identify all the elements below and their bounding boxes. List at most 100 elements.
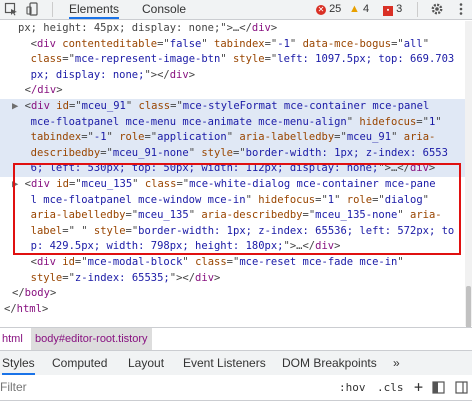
dom-token: style: [201, 146, 233, 159]
dom-token: </: [4, 302, 17, 315]
dom-token: ": [220, 53, 233, 66]
class-toggle[interactable]: .cls: [377, 375, 404, 400]
dom-token: px; display: none;: [18, 68, 145, 81]
settings-gear-icon[interactable]: [430, 2, 444, 16]
dom-token: class: [138, 100, 171, 112]
dom-token: =": [74, 256, 88, 268]
dom-token: >: [56, 84, 63, 97]
warnings-badge[interactable]: ▲ 4: [347, 2, 371, 16]
dom-token: ": [435, 115, 442, 128]
dom-token: mceu_91: [346, 131, 392, 144]
tab-computed[interactable]: Computed: [52, 351, 107, 375]
dom-token: data-mce-bogus: [302, 37, 392, 50]
dom-token: mceu_91: [81, 100, 126, 112]
dom-line[interactable]: px; height: 45px; display: none;">…</div…: [0, 21, 465, 37]
dom-token: =": [62, 53, 75, 66]
devtools-toolbar: Elements Console ✕ 25 ▲ 4 ▪ 3: [0, 0, 472, 20]
dom-line[interactable]: ▶ <div id="mceu_91" class="mce-styleForm…: [0, 99, 465, 115]
styles-tabbar: Styles Computed Layout Event Listeners D…: [0, 350, 472, 376]
dom-line[interactable]: mce-floatpanel mce-menu mce-animate mce-…: [0, 114, 465, 131]
dom-token: =": [81, 131, 94, 144]
dom-token: div: [251, 22, 271, 34]
dom-line[interactable]: style="z-index: 65535;"></div>: [0, 271, 465, 287]
dom-token: px; height: 45px; display: none;">…</: [18, 22, 252, 34]
dom-token: "></: [144, 68, 170, 81]
dom-token: aria-: [403, 131, 436, 144]
breadcrumb-html[interactable]: html: [2, 328, 23, 350]
computed-sidebar-icon[interactable]: [455, 381, 468, 394]
dom-line[interactable]: px; display: none;"></div>: [0, 68, 465, 84]
dom-token: <: [12, 84, 31, 97]
dom-token: =": [68, 100, 82, 112]
dom-line[interactable]: </div>: [0, 83, 465, 99]
warning-icon: ▲: [349, 3, 360, 15]
device-toolbar-icon[interactable]: [26, 2, 40, 16]
dom-token: style: [232, 53, 265, 66]
expand-triangle-icon[interactable]: ▶: [12, 100, 25, 112]
tab-elements[interactable]: Elements: [69, 0, 120, 19]
issues-icon: ▪: [383, 6, 393, 16]
dom-token: border-width: 1px; z-index: 6553: [245, 146, 448, 159]
dom-token: id: [62, 256, 75, 268]
dom-line[interactable]: tabindex="-1" role="application" aria-la…: [0, 130, 465, 146]
dom-token: style: [18, 271, 63, 284]
dom-token: describedby: [18, 146, 101, 159]
tab-console[interactable]: Console: [142, 0, 186, 19]
issues-badge[interactable]: ▪ 3: [381, 2, 404, 16]
dom-token: /div: [30, 84, 57, 97]
dom-token: div: [36, 256, 63, 268]
dom-token: z-index: 65535;: [74, 271, 170, 284]
dom-scrollbar[interactable]: [465, 21, 472, 334]
dom-token: div: [195, 271, 215, 284]
dom-line[interactable]: describedby="mceu_91-none" style="border…: [0, 145, 465, 162]
tab-dom-breakpoints[interactable]: DOM Breakpoints: [282, 351, 377, 375]
dom-token: all: [403, 37, 423, 50]
dom-line[interactable]: <div contenteditable="false" tabindex="-…: [0, 37, 465, 53]
dom-token: hidefocus: [359, 115, 417, 128]
tab-layout[interactable]: Layout: [128, 351, 164, 375]
dom-line[interactable]: class="mce-represent-image-btn" style="l…: [0, 52, 465, 68]
dom-token: role: [119, 131, 145, 144]
dom-token: <: [18, 37, 37, 50]
dom-token: =": [416, 115, 429, 128]
more-options-icon[interactable]: [454, 2, 468, 16]
dom-token: "></: [169, 271, 196, 284]
inspect-element-icon[interactable]: [4, 2, 18, 16]
dom-token: =": [62, 271, 75, 284]
tab-event-listeners[interactable]: Event Listeners: [183, 351, 266, 375]
dom-token: mce-styleFormat mce-container mce-panel: [182, 100, 430, 112]
dom-line[interactable]: <div id="mce-modal-block" class="mce-res…: [0, 255, 465, 271]
dom-token: mce-represent-image-btn: [74, 53, 221, 66]
hover-state-toggle[interactable]: :hov: [339, 375, 366, 400]
dom-token: tabindex: [214, 37, 265, 50]
dom-line[interactable]: </html>: [0, 302, 465, 318]
dom-token: =": [334, 131, 347, 144]
tab-styles[interactable]: Styles: [2, 351, 35, 375]
issues-count: 3: [396, 3, 403, 15]
styles-filter-input[interactable]: [0, 378, 330, 396]
dom-token: tabindex: [18, 131, 82, 144]
dom-token: =": [100, 146, 113, 159]
breadcrumb-body[interactable]: body#editor-root.tistory: [31, 328, 152, 350]
dom-line[interactable]: </body>: [0, 286, 465, 302]
dom-token: ": [397, 256, 404, 268]
dom-token: class: [18, 53, 63, 66]
dom-token: >: [270, 22, 278, 34]
highlight-box: [13, 163, 461, 255]
dom-token: =": [157, 37, 170, 50]
dom-token: =": [264, 53, 278, 66]
dom-token: -1: [277, 37, 290, 50]
toggle-element-state-icon[interactable]: [432, 381, 445, 394]
dom-token: body: [24, 287, 50, 300]
dom-token: =": [226, 256, 240, 268]
errors-badge[interactable]: ✕ 25: [314, 2, 343, 16]
new-style-rule-button[interactable]: +: [414, 375, 423, 400]
dom-token: ": [422, 37, 430, 50]
dom-token: ": [125, 100, 139, 112]
dom-token: mce-floatpanel mce-menu mce-animate mce-…: [18, 115, 347, 128]
dom-token: =": [170, 100, 183, 112]
dom-token: ": [226, 131, 240, 144]
dom-token: aria-labelledby: [239, 131, 335, 144]
dom-token: div: [36, 37, 63, 50]
more-tabs-chevron-icon[interactable]: »: [393, 351, 400, 375]
